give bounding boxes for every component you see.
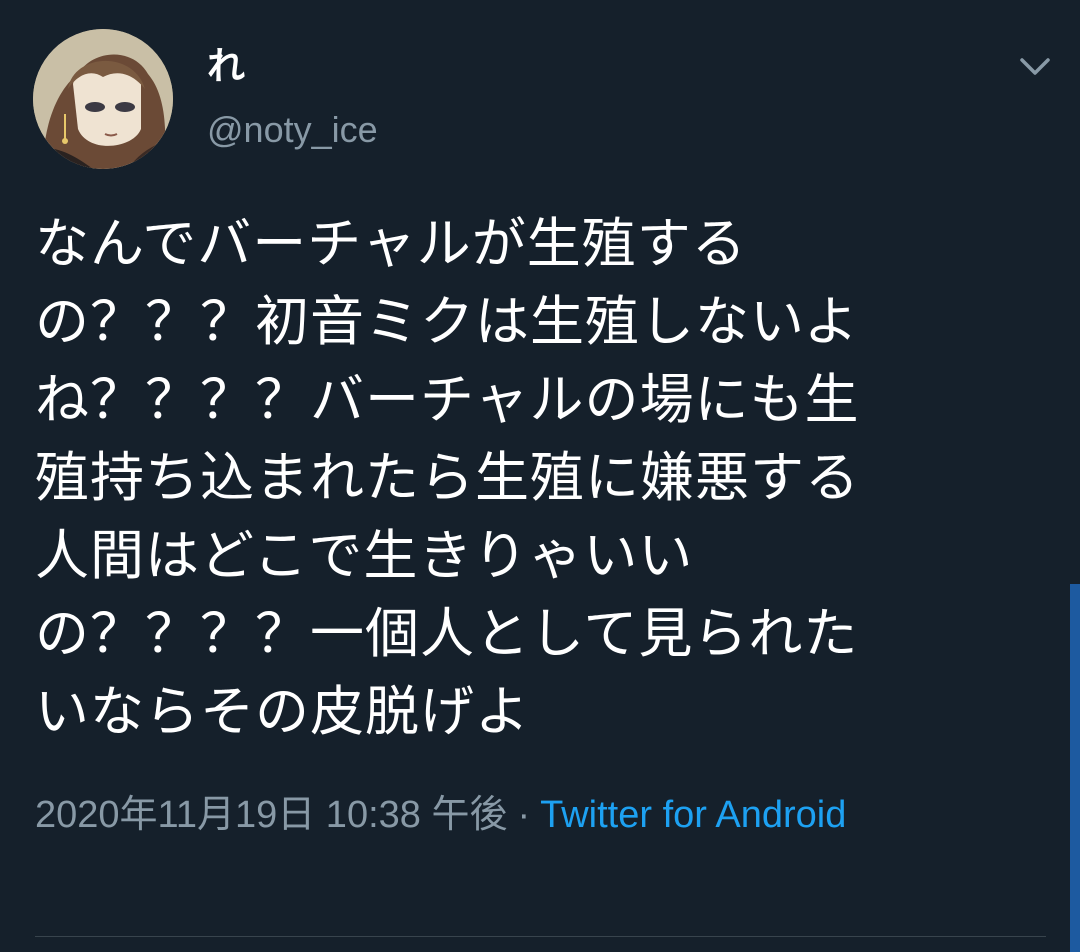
avatar[interactable] bbox=[33, 29, 173, 169]
tweet-meta: 2020年11月19日 10:38 午後 · Twitter for Android bbox=[35, 785, 1035, 845]
user-handle[interactable]: @noty_ice bbox=[207, 108, 378, 152]
timestamp[interactable]: 2020年11月19日 10:38 午後 bbox=[35, 794, 507, 836]
meta-separator: · bbox=[517, 794, 531, 836]
tweet-text: なんでバーチャルが生殖する の？？？初音ミクは生殖しないよ ね？？？？バーチャル… bbox=[35, 212, 860, 743]
display-name[interactable]: れ bbox=[207, 44, 245, 88]
scrollbar[interactable] bbox=[1070, 584, 1080, 952]
avatar-illustration-icon bbox=[33, 29, 173, 169]
divider bbox=[35, 936, 1046, 937]
chevron-down-icon[interactable] bbox=[1018, 55, 1052, 79]
source-link[interactable]: Twitter for Android bbox=[540, 794, 846, 836]
tweet-detail: れ @noty_ice なんでバーチャルが生殖する の？？？初音ミクは生殖しない… bbox=[0, 0, 1080, 952]
